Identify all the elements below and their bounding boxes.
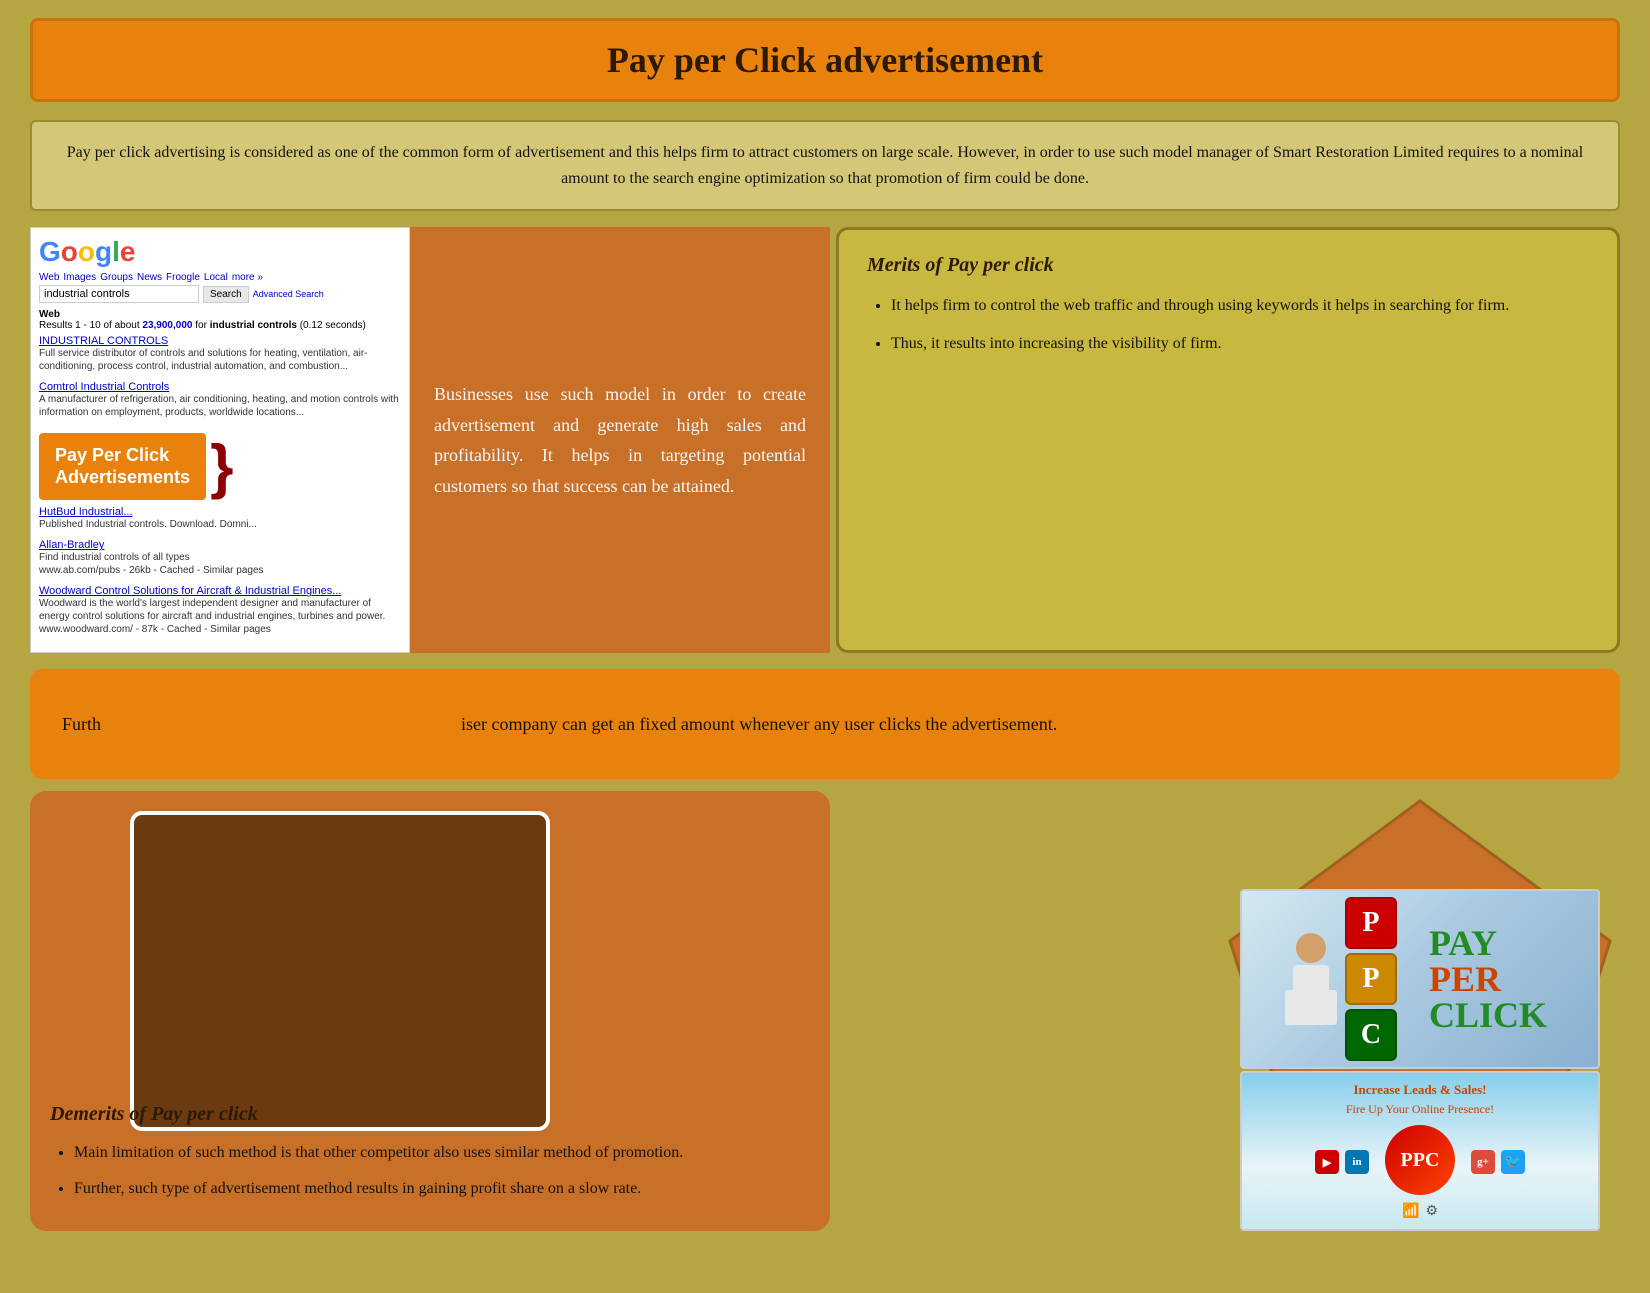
google-results-count: Web Results 1 - 10 of about 23,900,000 f… — [39, 309, 401, 331]
merits-item-1: It helps firm to control the web traffic… — [891, 293, 1589, 319]
google-result-2: Comtrol Industrial Controls A manufactur… — [39, 381, 401, 419]
bottom-social-row: 📶 ⚙ — [1402, 1203, 1438, 1220]
google-search-input[interactable] — [39, 285, 199, 303]
ppc-badge: Pay Per ClickAdvertisements — [39, 433, 206, 500]
ppc-bottom-image: Increase Leads & Sales! Fire Up Your Onl… — [1240, 1071, 1600, 1231]
further-text: Furthiser company can get an fixed amoun… — [62, 710, 1057, 739]
googleplus-icon: g+ — [1471, 1150, 1495, 1174]
google-result-link-5[interactable]: Woodward Control Solutions for Aircraft … — [39, 585, 401, 597]
pay-text: PAY — [1429, 925, 1547, 961]
ppc-badge-text: PPC — [1401, 1149, 1440, 1172]
google-nav-froogle: Froogle — [166, 272, 200, 283]
google-result-desc-2: A manufacturer of refrigeration, air con… — [39, 394, 399, 418]
demerits-item-1: Main limitation of such method is that o… — [74, 1140, 810, 1166]
embedded-image-placeholder — [130, 811, 550, 1131]
fire-up-text: Fire Up Your Online Presence! — [1346, 1102, 1494, 1117]
demerits-block: Demerits of Pay per click Main limitatio… — [30, 791, 830, 1231]
intro-text: Pay per click advertising is considered … — [62, 140, 1588, 191]
google-nav-web: Web — [39, 272, 59, 283]
google-result-link-1[interactable]: INDUSTRIAL CONTROLS — [39, 335, 401, 347]
further-wrapper: Furthiser company can get an fixed amoun… — [0, 669, 1650, 779]
cube-pp: P — [1345, 953, 1397, 1005]
ppc-top-image: P P C PAY PER CLICK — [1240, 889, 1600, 1069]
merits-list: It helps firm to control the web traffic… — [867, 293, 1589, 356]
merits-item-2: Thus, it results into increasing the vis… — [891, 331, 1589, 357]
ppc-text-display: PAY PER CLICK — [1429, 925, 1547, 1033]
google-nav-images: Images — [63, 272, 96, 283]
ppc-badge-row: Pay Per ClickAdvertisements } — [39, 427, 401, 506]
ppc-badge-circle: PPC — [1385, 1125, 1455, 1195]
google-advanced-search: Advanced Search — [253, 289, 324, 299]
social-icons-right: g+ 🐦 — [1471, 1150, 1525, 1174]
bottom-section: Demerits of Pay per click Main limitatio… — [30, 791, 1620, 1231]
right-col-pentagon: P P C PAY PER CLICK — [830, 791, 1620, 1231]
further-section: Furthiser company can get an fixed amoun… — [30, 669, 1620, 779]
intro-section: Pay per click advertising is considered … — [30, 120, 1620, 211]
ppc-images-stack: P P C PAY PER CLICK — [1240, 889, 1600, 1231]
wifi-icon: 📶 — [1402, 1203, 1419, 1220]
google-result-link-3[interactable]: HutBud Industrial... — [39, 506, 401, 518]
google-result-3: HutBud Industrial... Published Industria… — [39, 506, 401, 531]
google-nav-groups: Groups — [100, 272, 133, 283]
twitter-icon: 🐦 — [1501, 1150, 1525, 1174]
google-result-desc-4: Find industrial controls of all typeswww… — [39, 552, 264, 576]
cube-c: C — [1345, 1009, 1397, 1061]
demerits-content: Demerits of Pay per click Main limitatio… — [50, 1103, 810, 1211]
google-nav: Web Images Groups News Froogle Local mor… — [39, 272, 401, 283]
merits-col: Merits of Pay per click It helps firm to… — [836, 227, 1620, 653]
settings-icon: ⚙ — [1425, 1203, 1438, 1220]
click-text: CLICK — [1429, 997, 1547, 1033]
middle-text-col: Businesses use such model in order to cr… — [410, 227, 830, 653]
linkedin-icon: in — [1345, 1150, 1369, 1174]
google-search-button[interactable]: Search — [203, 286, 249, 303]
google-nav-news: News — [137, 272, 162, 283]
google-result-link-2[interactable]: Comtrol Industrial Controls — [39, 381, 401, 393]
cube-p: P — [1345, 897, 1397, 949]
google-nav-local: Local — [204, 272, 228, 283]
google-result-desc-1: Full service distributor of controls and… — [39, 348, 368, 372]
middle-paragraph: Businesses use such model in order to cr… — [434, 379, 806, 501]
ppc-cube-display: P P C — [1345, 897, 1397, 1061]
brace-symbol: } — [210, 443, 233, 491]
google-result-4: Allan-Bradley Find industrial controls o… — [39, 539, 401, 577]
page-header: Pay per Click advertisement — [30, 18, 1620, 102]
google-result-5: Woodward Control Solutions for Aircraft … — [39, 585, 401, 636]
google-result-1: INDUSTRIAL CONTROLS Full service distrib… — [39, 335, 401, 373]
demerits-title: Demerits of Pay per click — [50, 1103, 810, 1126]
google-mockup-col: Google Web Images Groups News Froogle Lo… — [30, 227, 410, 653]
ppc-bottom-content: Increase Leads & Sales! Fire Up Your Onl… — [1242, 1082, 1598, 1220]
increase-leads-text: Increase Leads & Sales! — [1353, 1082, 1486, 1098]
demerits-col: Demerits of Pay per click Main limitatio… — [30, 791, 830, 1231]
google-logo: Google — [39, 236, 401, 268]
google-nav-more: more » — [232, 272, 263, 283]
social-icons-left: ▶ in — [1315, 1150, 1369, 1174]
three-column-section: Google Web Images Groups News Froogle Lo… — [30, 227, 1620, 653]
per-text: PER — [1429, 961, 1547, 997]
merits-title: Merits of Pay per click — [867, 254, 1589, 277]
demerits-item-2: Further, such type of advertisement meth… — [74, 1176, 810, 1202]
demerits-list: Main limitation of such method is that o… — [50, 1140, 810, 1201]
page-title: Pay per Click advertisement — [63, 39, 1587, 81]
youtube-icon: ▶ — [1315, 1150, 1339, 1174]
google-result-desc-3: Published Industrial controls. Download.… — [39, 519, 257, 530]
google-result-desc-5: Woodward is the world's largest independ… — [39, 598, 385, 635]
google-result-link-4[interactable]: Allan-Bradley — [39, 539, 401, 551]
google-search-box: Search Advanced Search — [39, 285, 401, 303]
